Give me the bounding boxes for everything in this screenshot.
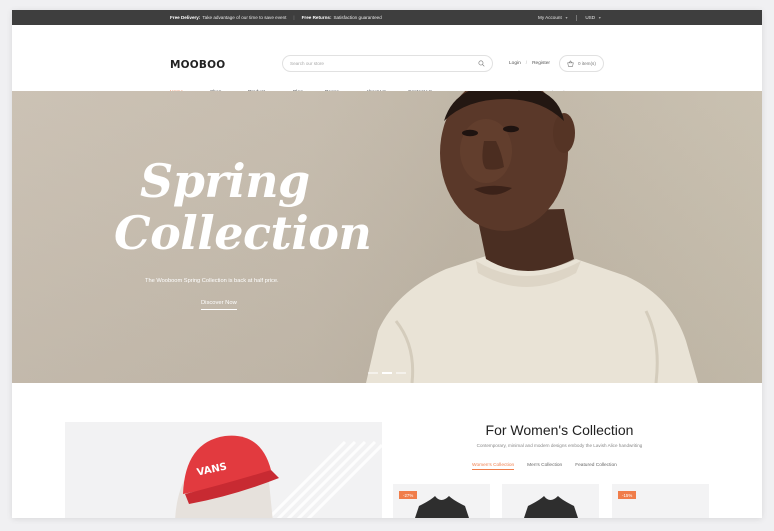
collection-section: VANS For Women's Collection Contemporary…: [12, 383, 762, 518]
slider-dot[interactable]: [396, 372, 406, 374]
returns-text: Satisfaction guaranteed: [333, 15, 382, 20]
divider: /: [525, 61, 528, 66]
currency-selector[interactable]: USD: [585, 15, 595, 20]
basket-icon: [567, 60, 574, 67]
browser-page: Free Delivery: Take advantage of our tim…: [12, 10, 762, 518]
black-tshirt-image: [524, 496, 578, 518]
hero-title-line2: Collection: [114, 206, 372, 260]
topbar-right: My Account ▼ USD ▼: [538, 10, 602, 25]
cart-count: 0 item(s): [578, 61, 596, 66]
my-account-menu[interactable]: My Account: [538, 15, 562, 20]
divider: [576, 14, 578, 21]
discount-badge: -27%: [399, 491, 418, 499]
auth-links: Login / Register: [509, 61, 550, 66]
top-bar: Free Delivery: Take advantage of our tim…: [12, 10, 762, 25]
tab-mens-collection[interactable]: Men's Collection: [527, 463, 562, 470]
product-card[interactable]: -15%: [612, 484, 709, 518]
chevron-down-icon: ▼: [564, 15, 569, 20]
collection-description: Contemporary, minimal and modern designs…: [476, 443, 643, 448]
logo[interactable]: MOOBOO: [170, 59, 225, 71]
tab-featured-collection[interactable]: Featured Collection: [575, 463, 617, 470]
product-card[interactable]: [502, 484, 599, 518]
red-cap-image: VANS: [175, 435, 382, 518]
delivery-label: Free Delivery:: [170, 15, 201, 20]
delivery-text: Take advantage of our time to save event: [202, 15, 287, 20]
discount-badge: -15%: [618, 491, 637, 499]
hero-title-line1: Spring: [140, 154, 310, 208]
black-tshirt-image: [415, 496, 469, 518]
collection-title: For Women's Collection: [485, 422, 634, 438]
login-link[interactable]: Login: [509, 61, 521, 66]
returns-label: Free Returns:: [301, 15, 332, 20]
search-icon[interactable]: [478, 60, 485, 67]
divider: |: [293, 15, 295, 20]
promo-image[interactable]: VANS: [65, 422, 382, 518]
site-header: MOOBOO Search our store Login / Register…: [12, 25, 762, 95]
tab-womens-collection[interactable]: Women's Collection: [472, 463, 515, 470]
slider-dot-active[interactable]: [382, 372, 392, 374]
hero-model-image: [366, 91, 698, 383]
search-placeholder: Search our store: [290, 61, 324, 66]
discover-now-button[interactable]: Discover Now: [201, 300, 237, 310]
hero-subtitle: The Wooboom Spring Collection is back at…: [145, 278, 279, 284]
search-input[interactable]: Search our store: [282, 55, 493, 72]
hero-banner: Spring Collection The Wooboom Spring Col…: [12, 91, 762, 383]
chevron-down-icon: ▼: [598, 15, 602, 20]
slider-dots: [368, 372, 406, 374]
product-card[interactable]: -27%: [393, 484, 490, 518]
cart-button[interactable]: 0 item(s): [559, 55, 604, 72]
register-link[interactable]: Register: [532, 61, 550, 66]
collection-tabs: Women's Collection Men's Collection Feat…: [472, 463, 617, 470]
hero-title: Spring Collection: [114, 153, 372, 261]
slider-dot[interactable]: [368, 372, 378, 374]
